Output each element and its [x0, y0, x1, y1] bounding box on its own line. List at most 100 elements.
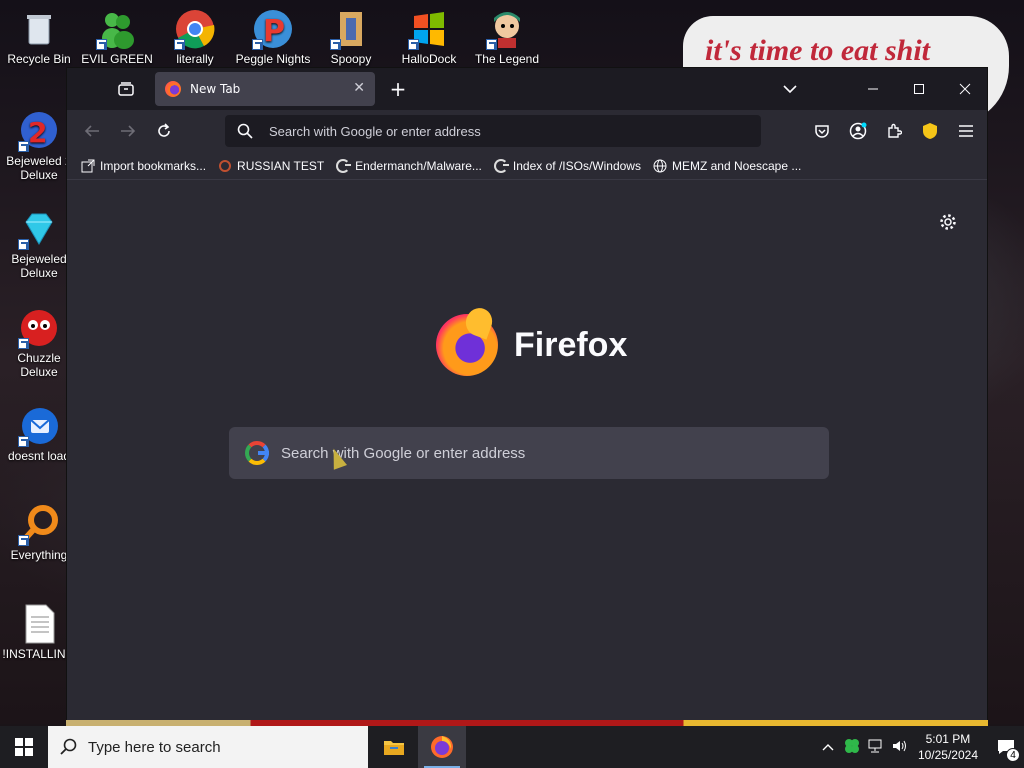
shortcut-arrow-icon: [486, 39, 497, 50]
desktop-icon-label: Everything: [10, 548, 68, 562]
desktop-icon-hallodock[interactable]: HalloDock: [390, 8, 468, 66]
taskbar-firefox[interactable]: [418, 726, 466, 768]
google-icon: [336, 158, 352, 173]
forward-button[interactable]: [117, 120, 139, 142]
folder-icon: [384, 741, 404, 755]
hamburger-menu-icon: [959, 125, 973, 137]
reload-button[interactable]: [153, 120, 175, 142]
clock-date: 10/25/2024: [917, 748, 978, 762]
taskbar-search-box[interactable]: Type here to search: [48, 726, 368, 768]
account-button[interactable]: [847, 120, 869, 142]
bookmark-label: Index of /ISOs/Windows: [512, 158, 641, 173]
desktop-icon-label: literally: [176, 52, 214, 66]
bookmark-label: MEMZ and Noescape ...: [671, 158, 802, 173]
firefox-view-icon: [118, 82, 134, 96]
shortcut-arrow-icon: [330, 39, 341, 50]
character-icon: [486, 8, 528, 50]
desktop-icon-label: HalloDock: [401, 52, 457, 66]
firefox-view-button[interactable]: [115, 78, 137, 100]
spoopy-icon: [330, 8, 372, 50]
url-bar[interactable]: Search with Google or enter address: [225, 115, 761, 147]
bookmark-memz[interactable]: MEMZ and Noescape ...: [653, 159, 801, 173]
personalize-button[interactable]: [937, 211, 959, 233]
minimize-button[interactable]: [861, 78, 885, 100]
desktop-icon-label: !INSTALLIN...: [2, 647, 76, 661]
shortcut-arrow-icon: [252, 39, 263, 50]
desktop-icon-literally[interactable]: literally: [156, 8, 234, 66]
maximize-button[interactable]: [907, 78, 931, 100]
desktop-icon-peggle-nights[interactable]: P Peggle Nights: [234, 8, 312, 66]
bookmarks-toolbar: Import bookmarks... RUSSIAN TEST Enderma…: [67, 152, 987, 180]
search-icon: [60, 738, 77, 755]
pocket-button[interactable]: [811, 120, 833, 142]
recycle-bin-icon: [18, 8, 60, 50]
extensions-button[interactable]: [883, 120, 905, 142]
system-tray: 5:01 PM 10/25/2024 4: [822, 726, 1024, 768]
desktop-icon-label: Peggle Nights: [235, 52, 311, 66]
back-button[interactable]: [81, 120, 103, 142]
chrome-icon: [174, 8, 216, 50]
desktop-icon-recycle-bin[interactable]: Recycle Bin: [0, 8, 78, 66]
clover-app-icon[interactable]: [844, 738, 860, 757]
google-icon: [493, 158, 509, 173]
url-bar-placeholder: Search with Google or enter address: [269, 123, 481, 139]
text-file-icon: [18, 603, 60, 645]
extension-shield-button[interactable]: [919, 120, 941, 142]
arrow-right-icon: [121, 125, 136, 137]
firefox-logo-icon: [436, 314, 498, 376]
globe-icon: [653, 159, 667, 173]
taskbar-file-explorer[interactable]: [370, 726, 418, 768]
notification-count-badge: 4: [1006, 748, 1020, 762]
reload-icon: [158, 123, 170, 137]
tab-new-tab[interactable]: New Tab ✕: [155, 72, 375, 106]
new-tab-page: Firefox Search with Google or enter addr…: [67, 181, 987, 722]
show-hidden-icons-chevron-icon[interactable]: [822, 740, 834, 754]
favicon: [218, 159, 232, 173]
new-tab-search-box[interactable]: Search with Google or enter address: [229, 427, 829, 479]
import-icon: [81, 159, 95, 173]
diamond-icon: [18, 208, 60, 250]
desktop-icon-label: EVIL GREEN: [81, 52, 153, 66]
shortcut-arrow-icon: [96, 39, 107, 50]
volume-icon[interactable]: [892, 739, 908, 756]
action-center-button[interactable]: 4: [988, 726, 1024, 768]
bookmark-russian-test[interactable]: RUSSIAN TEST: [218, 159, 324, 173]
bookmark-endermanch[interactable]: Endermanch/Malware...: [336, 158, 482, 173]
taskbar: Type here to search 5:01 PM 10/25/2024 4: [0, 726, 1024, 768]
wallpaper-caption: it's time to eat shit: [705, 34, 931, 67]
account-icon: [849, 122, 867, 140]
start-button[interactable]: [0, 726, 48, 768]
firefox-window: New Tab ✕ + Search with Google or enter …: [66, 67, 988, 723]
shortcut-arrow-icon: [18, 239, 29, 250]
bookmark-label: RUSSIAN TEST: [237, 158, 325, 173]
svg-text:2: 2: [28, 116, 47, 149]
nav-toolbar: Search with Google or enter address: [67, 110, 987, 152]
peggle-icon: P: [252, 8, 294, 50]
windows-start-icon: [15, 738, 33, 756]
firefox-icon: [431, 736, 453, 758]
puzzle-icon: [888, 123, 902, 138]
bookmark-index-isos[interactable]: Index of /ISOs/Windows: [493, 158, 641, 173]
chevron-down-icon: [783, 85, 797, 94]
google-icon: [245, 441, 269, 465]
desktop-icon-evil-green[interactable]: EVIL GREEN: [78, 8, 156, 66]
desktop-icon-label: Recycle Bin: [7, 52, 71, 66]
shortcut-arrow-icon: [174, 39, 185, 50]
desktop-icon-spoopy[interactable]: Spoopy: [312, 8, 390, 66]
firefox-wordmark: Firefox: [514, 325, 628, 364]
new-tab-button[interactable]: +: [387, 77, 409, 101]
bookmark-import[interactable]: Import bookmarks...: [81, 159, 206, 173]
clock[interactable]: 5:01 PM 10/25/2024: [918, 731, 978, 763]
shortcut-arrow-icon: [18, 436, 29, 447]
messenger-icon: [96, 8, 138, 50]
minimize-icon: [868, 88, 878, 90]
network-icon[interactable]: [868, 739, 884, 756]
chuzzle-icon: [18, 307, 60, 349]
desktop-icon-the-legend[interactable]: The Legend: [468, 8, 546, 66]
close-window-button[interactable]: [953, 78, 977, 100]
list-all-tabs-button[interactable]: [779, 78, 801, 100]
menu-button[interactable]: [955, 120, 977, 142]
close-tab-icon[interactable]: ✕: [353, 80, 365, 96]
taskbar-search-placeholder: Type here to search: [88, 738, 221, 756]
pocket-icon: [815, 125, 829, 138]
